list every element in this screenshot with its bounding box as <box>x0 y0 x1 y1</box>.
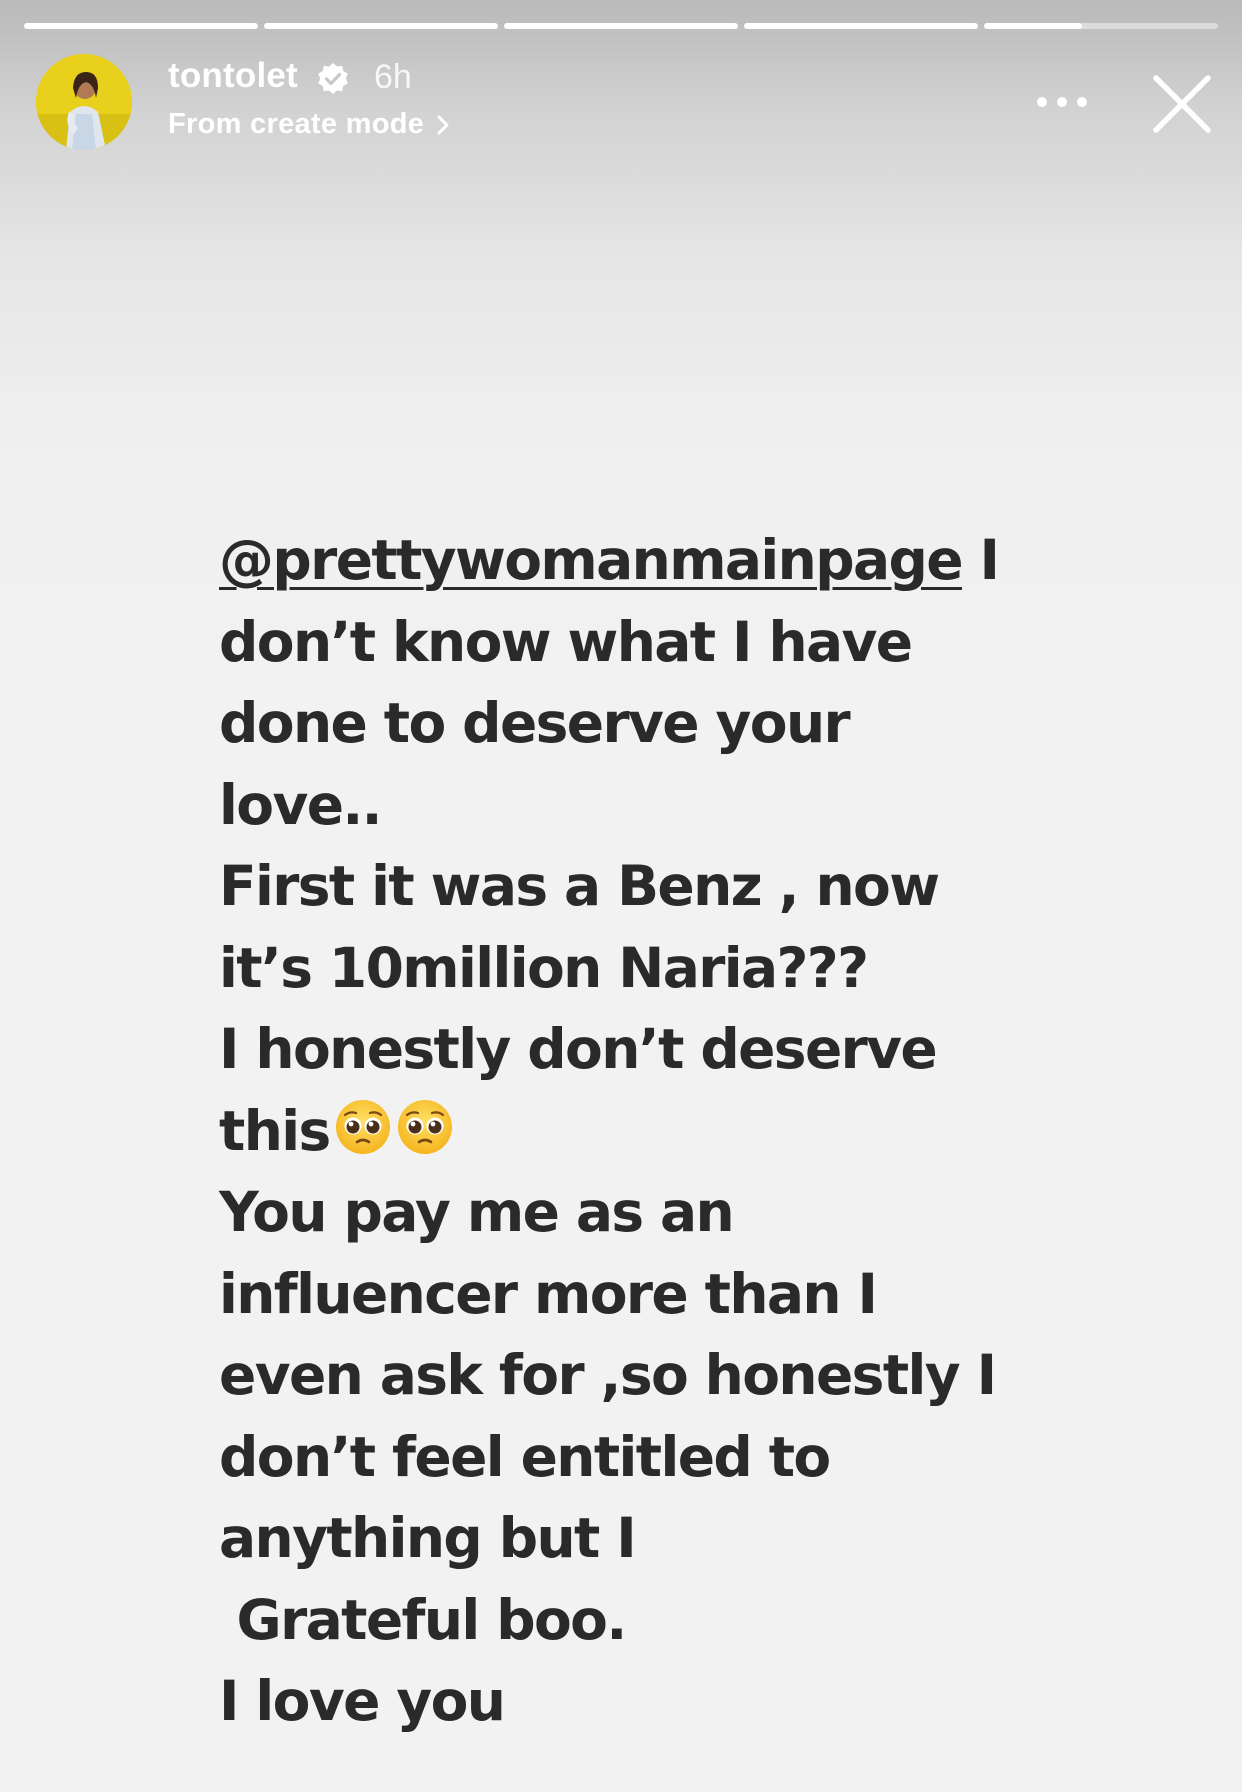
progress-segment <box>24 23 258 29</box>
story-text-line: I honestly don’t deserve <box>219 1017 938 1081</box>
story-text-line: even ask for ,so honestly I <box>219 1343 997 1407</box>
progress-segment <box>744 23 978 29</box>
story-text-line: love.. <box>219 772 383 837</box>
story-text-line: Grateful boo. <box>219 1587 628 1652</box>
mention-link[interactable]: @prettywomanmainpage <box>219 528 964 592</box>
progress-fill <box>504 23 738 29</box>
verified-badge-icon <box>318 63 348 94</box>
progress-fill <box>264 23 498 29</box>
story-text-line: don’t feel entitled to <box>219 1424 831 1489</box>
close-icon[interactable] <box>1150 72 1214 136</box>
chevron-right-icon <box>437 115 449 134</box>
story-text-line: @prettywomanmainpage I <box>219 520 1059 602</box>
progress-fill <box>744 23 978 29</box>
story-text-line: You pay me as an <box>219 1180 735 1244</box>
story-text-line: influencer more than I <box>219 1261 878 1326</box>
story-text-fragment: this <box>219 1098 331 1163</box>
username[interactable]: tontolet <box>168 56 298 96</box>
more-options-icon[interactable] <box>1034 90 1090 114</box>
pleading-face-emoji-icon <box>335 1099 390 1154</box>
pleading-face-emoji-icon <box>397 1099 452 1154</box>
post-time: 6h <box>374 58 412 96</box>
avatar-image <box>36 54 132 150</box>
progress-fill <box>984 23 1083 29</box>
story-progress-bar <box>24 23 1218 29</box>
progress-segment <box>984 23 1218 29</box>
create-mode-label: From create mode <box>168 108 425 140</box>
story-text-line: First it was a Benz , now <box>219 854 940 918</box>
story-text-line: this <box>219 1091 1059 1173</box>
story-text: @prettywomanmainpage I don’t know what I… <box>219 520 1059 1743</box>
story-text-line: I love you <box>219 1669 506 1733</box>
create-mode-link[interactable]: From create mode <box>168 108 450 141</box>
profile-avatar[interactable] <box>36 54 132 150</box>
story-text-fragment: I <box>962 528 1000 592</box>
progress-segment <box>504 23 738 29</box>
story-text-line: don’t know what I have <box>219 609 913 674</box>
story-text-line: it’s 10million Naria??? <box>219 935 869 1000</box>
story-text-line: anything but I <box>219 1506 637 1570</box>
progress-segment <box>264 23 498 29</box>
story-view: tontolet 6h From create mode @prettywoma… <box>0 0 1242 1792</box>
progress-fill <box>24 23 258 29</box>
story-text-line: done to deserve your <box>219 691 851 755</box>
